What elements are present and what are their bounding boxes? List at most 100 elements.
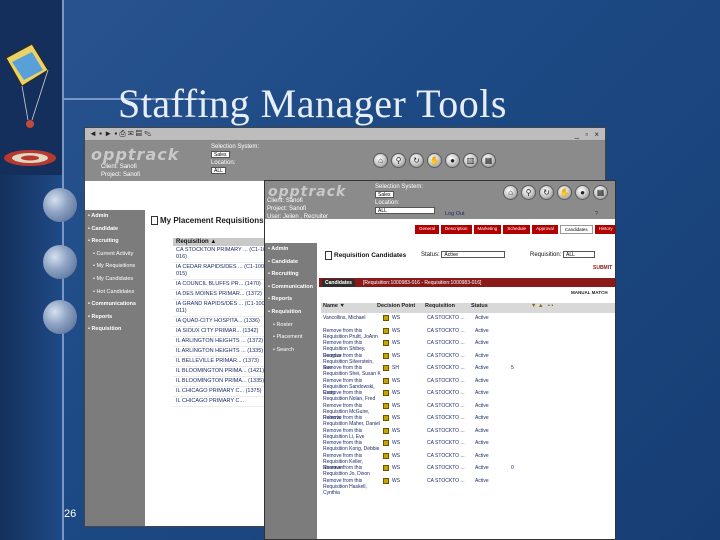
sidebar-item-communication[interactable]: • Communication — [265, 281, 317, 294]
candidate-name-link[interactable]: Vancollins, Michael — [323, 315, 383, 321]
sidebar-item-placement[interactable]: • Placement — [265, 331, 317, 344]
sidebar-item-recruiting[interactable]: • Recruiting — [85, 235, 145, 248]
column-decision-point[interactable]: Decision Point — [377, 303, 425, 313]
requisition-filter: Requisition: ALL — [530, 251, 596, 258]
sidebar-item-search[interactable]: • Search — [265, 344, 317, 357]
sidebar-item-candidate[interactable]: • Candidate — [85, 223, 145, 236]
columns-icon[interactable]: ▥ — [463, 153, 478, 168]
search-icon[interactable]: ⚲ — [391, 153, 406, 168]
status-cell: Active — [475, 327, 489, 334]
decision-icon[interactable] — [383, 402, 389, 409]
sidebar-item-my-candidates[interactable]: • My Candidates — [85, 273, 145, 286]
candidate-name-link[interactable]: Remove from this Requisition Li, Eve — [323, 428, 383, 441]
tab-approval[interactable]: Approval — [532, 225, 558, 234]
requisition-cell: CA STOCKTO ... — [427, 440, 465, 446]
selection-system-select[interactable]: Sales — [375, 191, 394, 198]
decision-icon[interactable] — [383, 390, 389, 396]
candidates-range: [Requisition:1000983-016 - Requisition:1… — [362, 279, 482, 286]
decision-icon[interactable] — [383, 340, 389, 346]
tab-marketing[interactable]: Marketing — [473, 225, 502, 234]
tab-schedule[interactable]: Schedule — [503, 225, 531, 234]
requisition-cell: CA STOCKTO ... — [427, 340, 465, 346]
tab-history[interactable]: History — [594, 225, 615, 234]
context-info: Client: Sanofi Project: Sanofi User: Jei… — [267, 198, 329, 220]
decision-icon[interactable] — [383, 315, 389, 321]
submit-button[interactable]: SUBMIT — [593, 265, 612, 271]
refresh-icon[interactable]: ↻ — [539, 185, 554, 200]
page-title: Requisition Candidates — [325, 251, 406, 260]
home-icon[interactable]: ⌂ — [373, 153, 388, 168]
user-icon[interactable]: ● — [575, 185, 590, 200]
nav-buttons[interactable]: ◄ ▪ ► ▪ ⎙ ✉ ▤ ✎ — [89, 129, 151, 139]
help-link[interactable]: ? — [595, 211, 598, 217]
sidebar-item-current-activity[interactable]: • Current Activity — [85, 248, 145, 261]
sidebar-item-requisition[interactable]: • Requisition — [85, 323, 145, 336]
requisition-cell: CA STOCKTO ... — [427, 390, 465, 396]
status-select[interactable]: Active — [441, 251, 506, 258]
reports-icon[interactable]: ▦ — [481, 153, 496, 168]
sidebar-item-candidate[interactable]: • Candidate — [265, 256, 317, 269]
candidate-name-link[interactable]: Remove from this Requisition Haskell, Cy… — [323, 478, 383, 497]
column-status[interactable]: Status — [471, 303, 511, 313]
sidebar-item-recruiting[interactable]: • Recruiting — [265, 268, 317, 281]
table-row: Remove from this Requisition Haskell, Cy… — [323, 477, 531, 497]
decision-icon[interactable] — [383, 415, 389, 421]
status-cell: Active — [475, 427, 489, 434]
column-name[interactable]: Name ▼ — [321, 303, 377, 313]
decision-icon[interactable] — [383, 427, 389, 434]
candidate-name-link[interactable]: Remove from this Requisition Pruitt, JoA… — [323, 328, 383, 341]
decision-icon[interactable] — [383, 365, 389, 371]
reports-icon[interactable]: ▦ — [593, 185, 608, 200]
sidebar-item-hot-candidates[interactable]: • Hot Candidates — [85, 286, 145, 299]
tab-candidates[interactable]: Candidates — [559, 225, 593, 234]
decision-icon[interactable] — [383, 440, 389, 446]
decision-point: WS — [383, 440, 427, 446]
hand-icon[interactable]: ✋ — [557, 185, 572, 200]
extra-cell: 0 — [511, 465, 514, 471]
hand-icon[interactable]: ✋ — [427, 153, 442, 168]
user-icon[interactable]: ● — [445, 153, 460, 168]
decision-point: WS — [383, 340, 427, 346]
candidate-name-link[interactable]: Remove from this Requisition Shei, Susan… — [323, 365, 383, 378]
decorative-sphere — [43, 300, 77, 334]
client-value: Sanofi — [285, 198, 303, 204]
sidebar-item-reports[interactable]: • Reports — [265, 293, 317, 306]
user-value: Jeilen , Recruiter — [283, 214, 329, 220]
sidebar-item-my-requisitions[interactable]: • My Requisitions — [85, 260, 145, 273]
tab-description[interactable]: Description — [441, 225, 472, 234]
column-requisition[interactable]: Requisition — [425, 303, 471, 313]
decision-icon[interactable] — [383, 452, 389, 459]
sidebar-item-admin[interactable]: • Admin — [85, 210, 145, 223]
candidate-name-link[interactable]: Remove from this Requisition Nolan, Fred — [323, 390, 383, 403]
header-icon-row: ⌂ ⚲ ↻ ✋ ● ▥ ▦ — [373, 153, 496, 168]
sidebar-item-communications[interactable]: • Communications — [85, 298, 145, 311]
sidebar-item-reports[interactable]: • Reports — [85, 311, 145, 324]
app-header: opptrack Client: Sanofi Project: Sanofi … — [265, 181, 615, 220]
location-select[interactable]: ALL — [211, 167, 226, 175]
sidebar-item-requisition[interactable]: • Requisition — [265, 306, 317, 319]
decision-icon[interactable] — [383, 377, 389, 384]
decision-point: WS — [383, 352, 427, 359]
decision-point: WS — [383, 377, 427, 384]
decision-icon[interactable] — [383, 465, 389, 471]
selection-system-select[interactable]: Sales — [211, 151, 230, 158]
candidate-name-link[interactable]: Remove from this Requisition Jo, Dixon — [323, 465, 383, 478]
candidate-name-link[interactable]: Remove from this Requisition Maher, Dani… — [323, 415, 383, 428]
candidate-name-link[interactable]: Remove from this Requisition Kong, Debbi… — [323, 440, 383, 453]
location-select[interactable]: ALL — [375, 207, 435, 215]
refresh-icon[interactable]: ↻ — [409, 153, 424, 168]
sidebar-item-roster[interactable]: • Roster — [265, 319, 317, 332]
logout-link[interactable]: Log Out — [445, 211, 465, 217]
extra-cell: 5 — [511, 365, 514, 371]
search-icon[interactable]: ⚲ — [521, 185, 536, 200]
tab-general[interactable]: General — [415, 225, 440, 234]
decision-icon[interactable] — [383, 352, 389, 359]
table-row: Remove from this Requisition Li, Eve WS CA… — [323, 427, 531, 441]
sidebar-item-admin[interactable]: • Admin — [265, 243, 317, 256]
manual-match-button[interactable]: MANUAL MATCH — [571, 290, 608, 295]
window-controls[interactable]: _ ▫ × — [575, 130, 601, 139]
decision-icon[interactable] — [383, 327, 389, 334]
requisition-select[interactable]: ALL — [563, 251, 596, 258]
home-icon[interactable]: ⌂ — [503, 185, 518, 200]
decision-icon[interactable] — [383, 477, 389, 484]
